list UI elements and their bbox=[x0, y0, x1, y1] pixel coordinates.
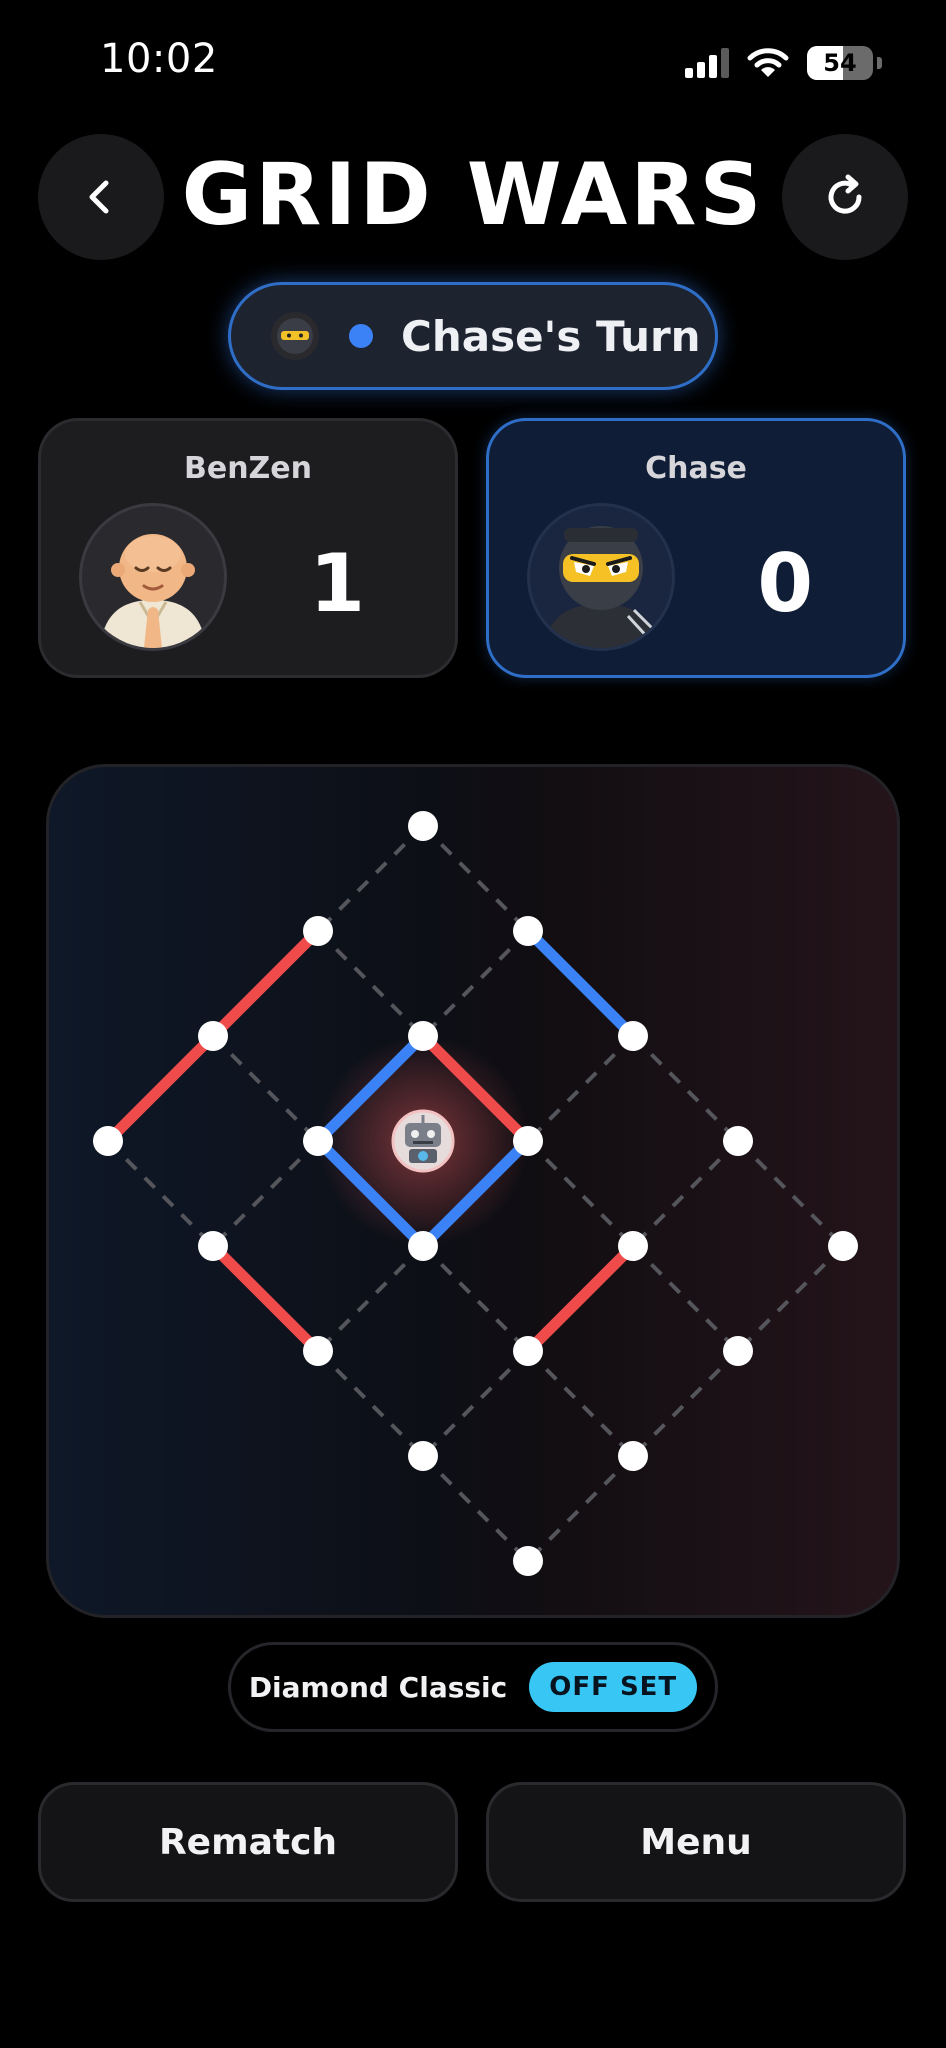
player-name: BenZen bbox=[183, 451, 313, 486]
grid-dot bbox=[723, 1126, 753, 1156]
turn-color-dot bbox=[349, 324, 373, 348]
grid-dot bbox=[303, 1336, 333, 1366]
game-board[interactable] bbox=[46, 764, 900, 1618]
edge-line[interactable] bbox=[106, 1139, 215, 1248]
edge-line[interactable] bbox=[421, 1349, 530, 1458]
refresh-button[interactable] bbox=[782, 134, 908, 260]
edge-line[interactable] bbox=[631, 1349, 740, 1458]
player-score: 0 bbox=[757, 537, 813, 630]
menu-button[interactable]: Menu bbox=[486, 1782, 906, 1902]
edge-line[interactable] bbox=[421, 1244, 530, 1353]
grid-dot bbox=[618, 1021, 648, 1051]
grid-dot bbox=[303, 916, 333, 946]
grid-dot bbox=[198, 1231, 228, 1261]
battery-level: 54 bbox=[823, 49, 857, 77]
battery-icon: 54 bbox=[807, 46, 873, 80]
edge-line[interactable] bbox=[421, 824, 530, 933]
edge-line[interactable] bbox=[316, 824, 425, 933]
edge-line[interactable] bbox=[526, 1034, 635, 1143]
grid-dot bbox=[408, 1231, 438, 1261]
grid-dot bbox=[618, 1231, 648, 1261]
grid-dot bbox=[513, 1336, 543, 1366]
edge-line-red bbox=[102, 1030, 219, 1147]
turn-indicator: Chase's Turn bbox=[228, 282, 718, 390]
player-card-benzen: BenZen 1 bbox=[38, 418, 458, 678]
ninja-avatar-icon bbox=[527, 503, 675, 651]
mode-badge: OFF SET bbox=[529, 1662, 698, 1712]
edge-line-red bbox=[207, 925, 324, 1042]
player-name: Chase bbox=[645, 451, 747, 486]
status-bar: 10:02 54 bbox=[0, 0, 946, 120]
player-card-chase: Chase 0 bbox=[486, 418, 906, 678]
mode-name: Diamond Classic bbox=[248, 1670, 508, 1704]
edge-line[interactable] bbox=[316, 929, 425, 1038]
board-grid[interactable] bbox=[49, 767, 897, 1615]
edge-line[interactable] bbox=[421, 1454, 530, 1563]
turn-label: Chase's Turn bbox=[401, 311, 701, 361]
edge-line[interactable] bbox=[631, 1244, 740, 1353]
cellular-signal-icon bbox=[685, 48, 729, 78]
edge-line-red bbox=[522, 1240, 639, 1357]
grid-dot bbox=[198, 1021, 228, 1051]
grid-dot bbox=[513, 1546, 543, 1576]
grid-dot bbox=[513, 1126, 543, 1156]
edge-line[interactable] bbox=[421, 929, 530, 1038]
grid-dot bbox=[723, 1336, 753, 1366]
grid-dot bbox=[303, 1126, 333, 1156]
wifi-icon bbox=[747, 48, 789, 77]
rematch-button[interactable]: Rematch bbox=[38, 1782, 458, 1902]
edge-line[interactable] bbox=[736, 1244, 845, 1353]
grid-dot bbox=[93, 1126, 123, 1156]
grid-dot bbox=[408, 1021, 438, 1051]
grid-dot bbox=[408, 1441, 438, 1471]
player-score: 1 bbox=[309, 537, 365, 630]
edge-line[interactable] bbox=[211, 1034, 320, 1143]
status-icons: 54 bbox=[685, 46, 882, 80]
grid-dot bbox=[513, 916, 543, 946]
refresh-icon bbox=[828, 174, 862, 214]
edge-line[interactable] bbox=[736, 1139, 845, 1248]
game-mode-pill: Diamond Classic OFF SET bbox=[228, 1642, 718, 1732]
edge-line[interactable] bbox=[316, 1349, 425, 1458]
edge-line[interactable] bbox=[316, 1244, 425, 1353]
edge-line[interactable] bbox=[526, 1349, 635, 1458]
edge-line[interactable] bbox=[211, 1139, 320, 1248]
robot-icon bbox=[391, 1109, 455, 1173]
edge-line[interactable] bbox=[526, 1139, 635, 1248]
edge-line[interactable] bbox=[526, 1454, 635, 1563]
status-time: 10:02 bbox=[100, 36, 218, 82]
ninja-avatar-icon bbox=[271, 312, 319, 360]
grid-dot bbox=[408, 811, 438, 841]
edge-line[interactable] bbox=[631, 1034, 740, 1143]
monk-avatar-icon bbox=[79, 503, 227, 651]
grid-dot bbox=[828, 1231, 858, 1261]
edge-line-blue bbox=[522, 925, 639, 1042]
grid-dot bbox=[618, 1441, 648, 1471]
edge-line[interactable] bbox=[631, 1139, 740, 1248]
edge-line-red bbox=[207, 1240, 324, 1357]
